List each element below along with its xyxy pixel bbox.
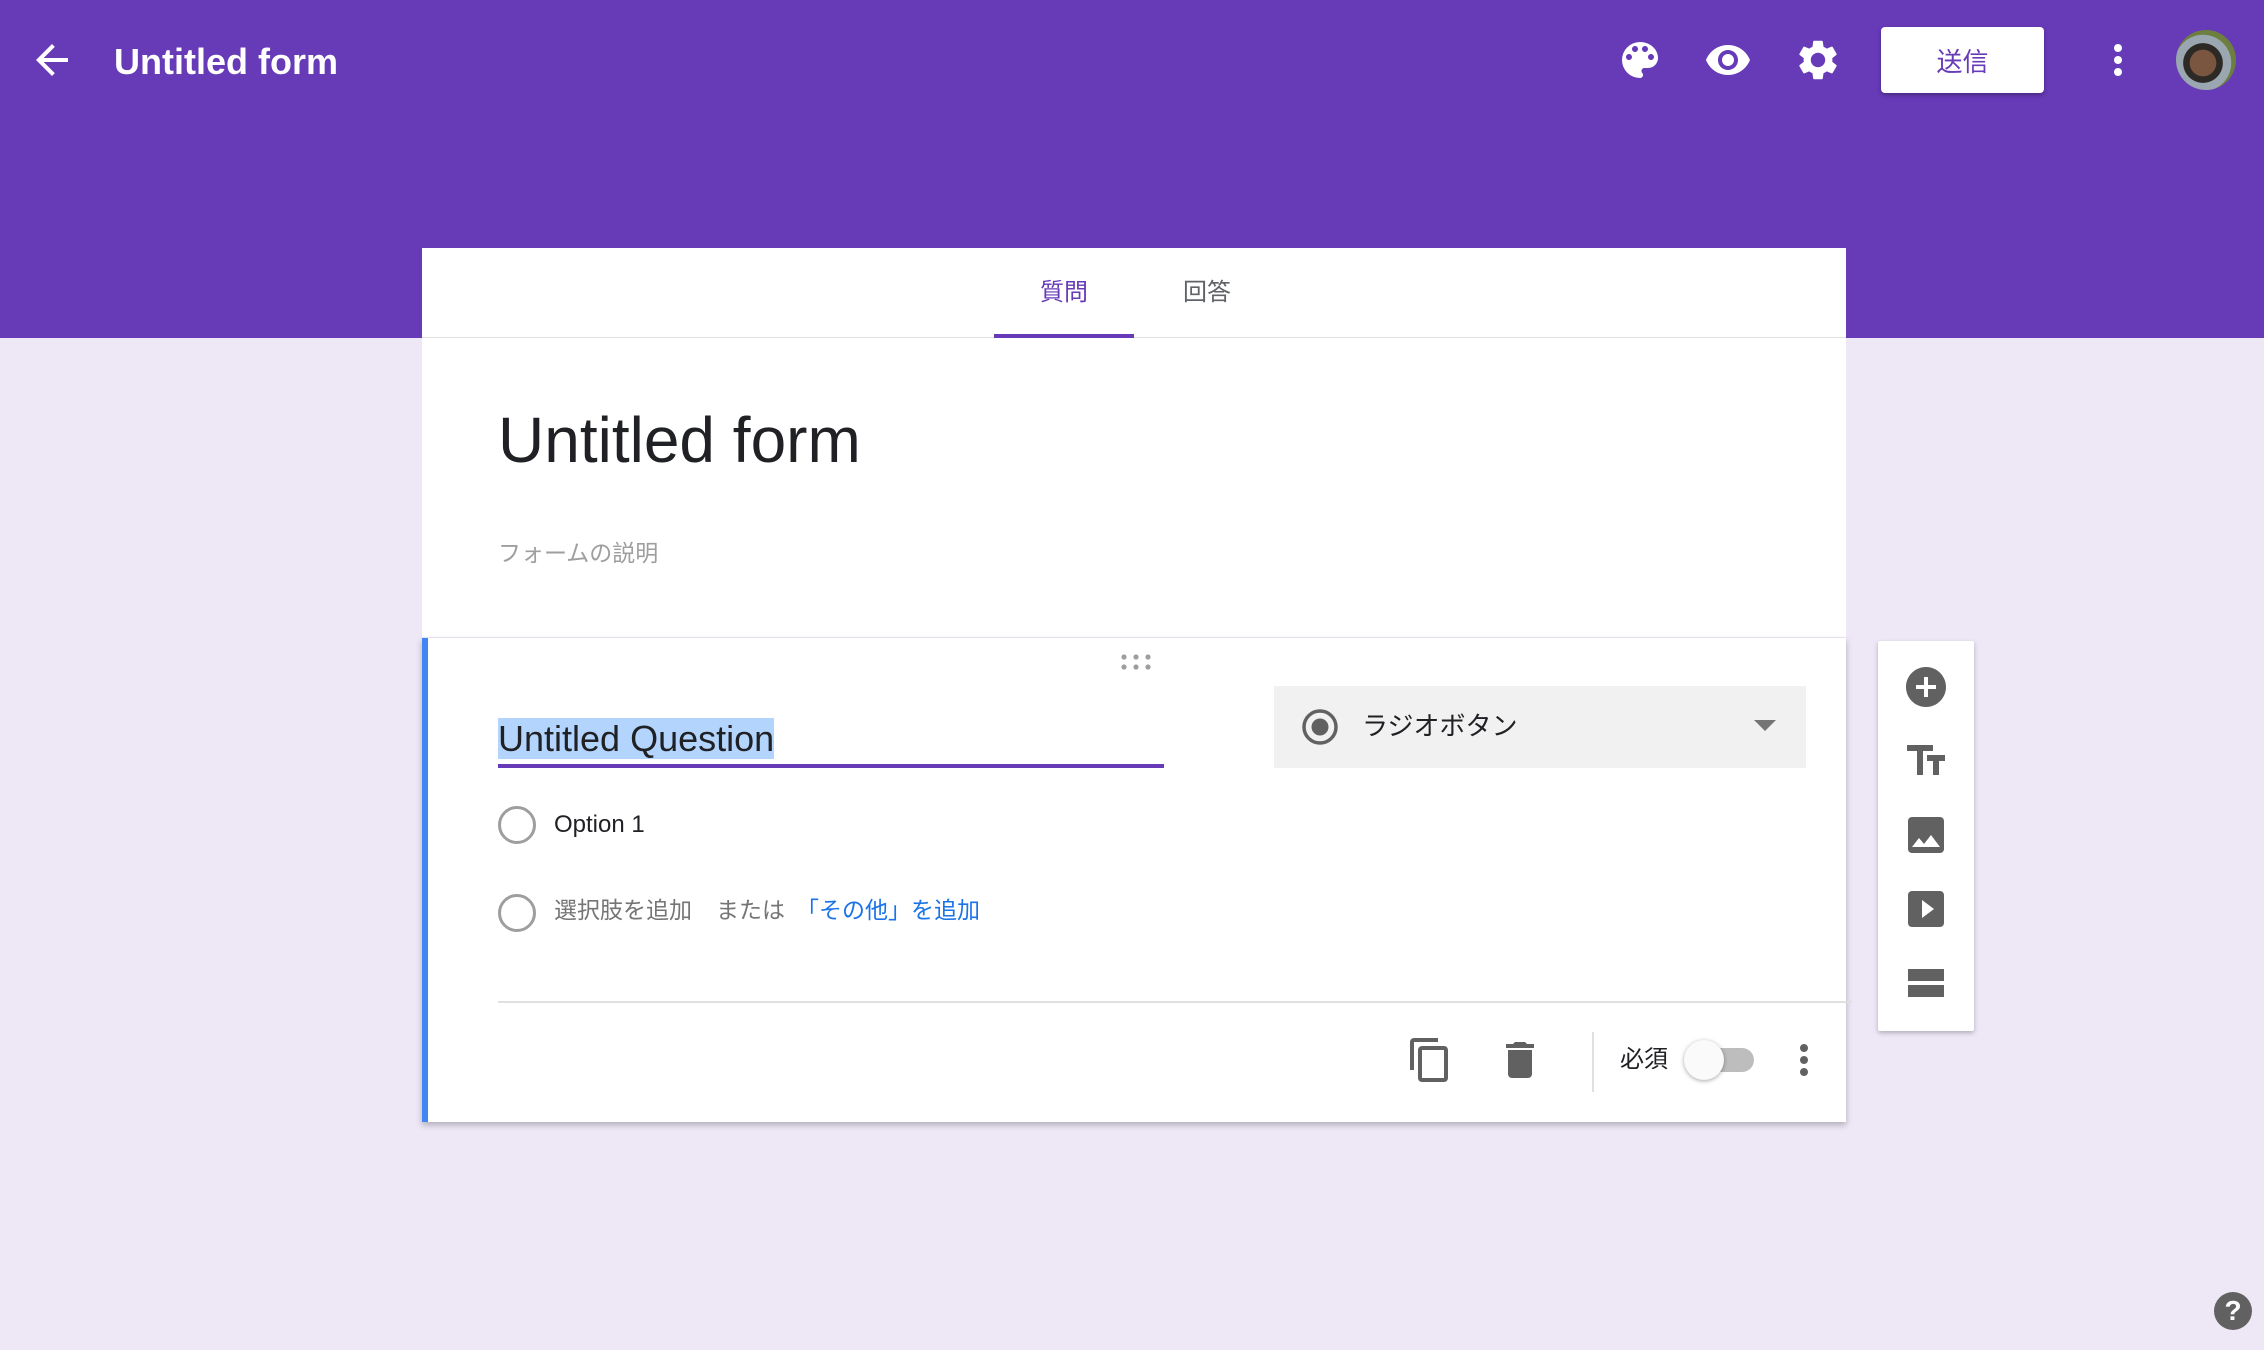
toggle-thumb bbox=[1684, 1040, 1724, 1080]
add-option-radio bbox=[498, 894, 536, 932]
question-type-dropdown[interactable]: ラジオボタン bbox=[1274, 686, 1806, 768]
eye-icon[interactable] bbox=[1704, 36, 1752, 84]
required-toggle[interactable] bbox=[1684, 1038, 1760, 1082]
arrow-back-icon[interactable] bbox=[28, 36, 76, 84]
add-circle-icon[interactable] bbox=[1902, 663, 1950, 711]
palette-icon[interactable] bbox=[1616, 36, 1664, 84]
form-title[interactable]: Untitled form bbox=[498, 400, 861, 480]
or-text: または bbox=[716, 898, 785, 924]
gear-icon[interactable] bbox=[1794, 36, 1842, 84]
tab-responses[interactable]: 回答 bbox=[1138, 248, 1276, 338]
help-icon[interactable]: ? bbox=[2214, 1292, 2252, 1330]
radio-button-icon bbox=[1300, 707, 1340, 752]
app-title: Untitled form bbox=[114, 41, 338, 82]
form-description-field[interactable]: フォームの説明 bbox=[498, 534, 658, 568]
footer-separator bbox=[1592, 1032, 1594, 1092]
video-icon[interactable] bbox=[1902, 885, 1950, 933]
image-icon[interactable] bbox=[1902, 811, 1950, 859]
avatar[interactable] bbox=[2176, 30, 2236, 90]
question-type-label: ラジオボタン bbox=[1362, 712, 1518, 742]
top-bar: Untitled form 送信 bbox=[0, 0, 2264, 124]
question-title-input[interactable]: Untitled Question bbox=[498, 716, 1164, 768]
option-1-text[interactable]: Option 1 bbox=[554, 808, 645, 842]
add-other-link[interactable]: 「その他」を追加 bbox=[796, 894, 980, 928]
delete-icon[interactable] bbox=[1496, 1036, 1544, 1084]
dropdown-arrow-icon bbox=[1752, 718, 1778, 739]
question-more-icon[interactable] bbox=[1780, 1036, 1828, 1084]
tab-bar: 質問 回答 bbox=[422, 248, 1846, 338]
form-header-card: Untitled form フォームの説明 bbox=[422, 338, 1846, 637]
section-icon[interactable] bbox=[1902, 959, 1950, 1007]
side-toolbar bbox=[1878, 641, 1974, 1031]
question-title-text: Untitled Question bbox=[498, 718, 775, 759]
footer-divider bbox=[498, 1001, 1852, 1003]
drag-handle-icon[interactable] bbox=[1118, 652, 1154, 672]
duplicate-icon[interactable] bbox=[1406, 1036, 1454, 1084]
send-button[interactable]: 送信 bbox=[1881, 27, 2044, 93]
required-label: 必須 bbox=[1620, 1045, 1668, 1073]
tab-questions[interactable]: 質問 bbox=[994, 248, 1134, 338]
question-card[interactable]: Untitled Question ラジオボタン Option 1 選択肢を追加… bbox=[422, 638, 1852, 1122]
add-option-field[interactable]: 選択肢を追加 bbox=[554, 894, 692, 928]
option-radio bbox=[498, 806, 536, 844]
title-text-icon[interactable] bbox=[1902, 737, 1950, 785]
more-vert-icon[interactable] bbox=[2094, 36, 2142, 84]
